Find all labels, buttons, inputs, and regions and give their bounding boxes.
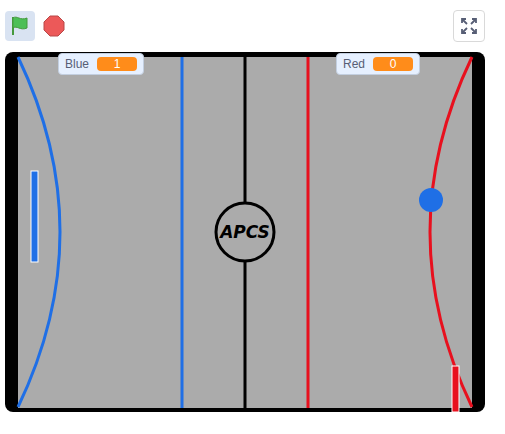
logo: APCS	[218, 222, 270, 242]
stop-button[interactable]	[39, 11, 69, 41]
stage[interactable]: APCS Blue 1 Red 0	[5, 52, 485, 412]
monitor-label: Red	[343, 57, 365, 71]
blue-line	[181, 57, 184, 408]
green-flag-icon	[9, 15, 31, 37]
monitor-value: 1	[97, 57, 137, 71]
monitor-label: Blue	[65, 57, 89, 71]
variable-monitor[interactable]: Red 0	[336, 53, 420, 75]
paddle[interactable]	[452, 366, 459, 412]
red-line	[307, 57, 310, 408]
toolbar	[0, 0, 505, 52]
blue-goal-arc	[18, 57, 60, 407]
puck[interactable]	[419, 188, 443, 212]
controls	[5, 11, 69, 41]
center-circle	[216, 203, 274, 261]
field: APCS	[5, 52, 485, 412]
red-goal-arc	[430, 57, 472, 407]
stop-icon	[43, 15, 65, 37]
green-flag-button[interactable]	[5, 11, 35, 41]
variable-monitor[interactable]: Blue 1	[58, 53, 144, 75]
fullscreen-button[interactable]	[453, 10, 485, 42]
monitor-value: 0	[373, 57, 413, 71]
fullscreen-icon	[461, 18, 477, 34]
paddle[interactable]	[31, 171, 38, 262]
